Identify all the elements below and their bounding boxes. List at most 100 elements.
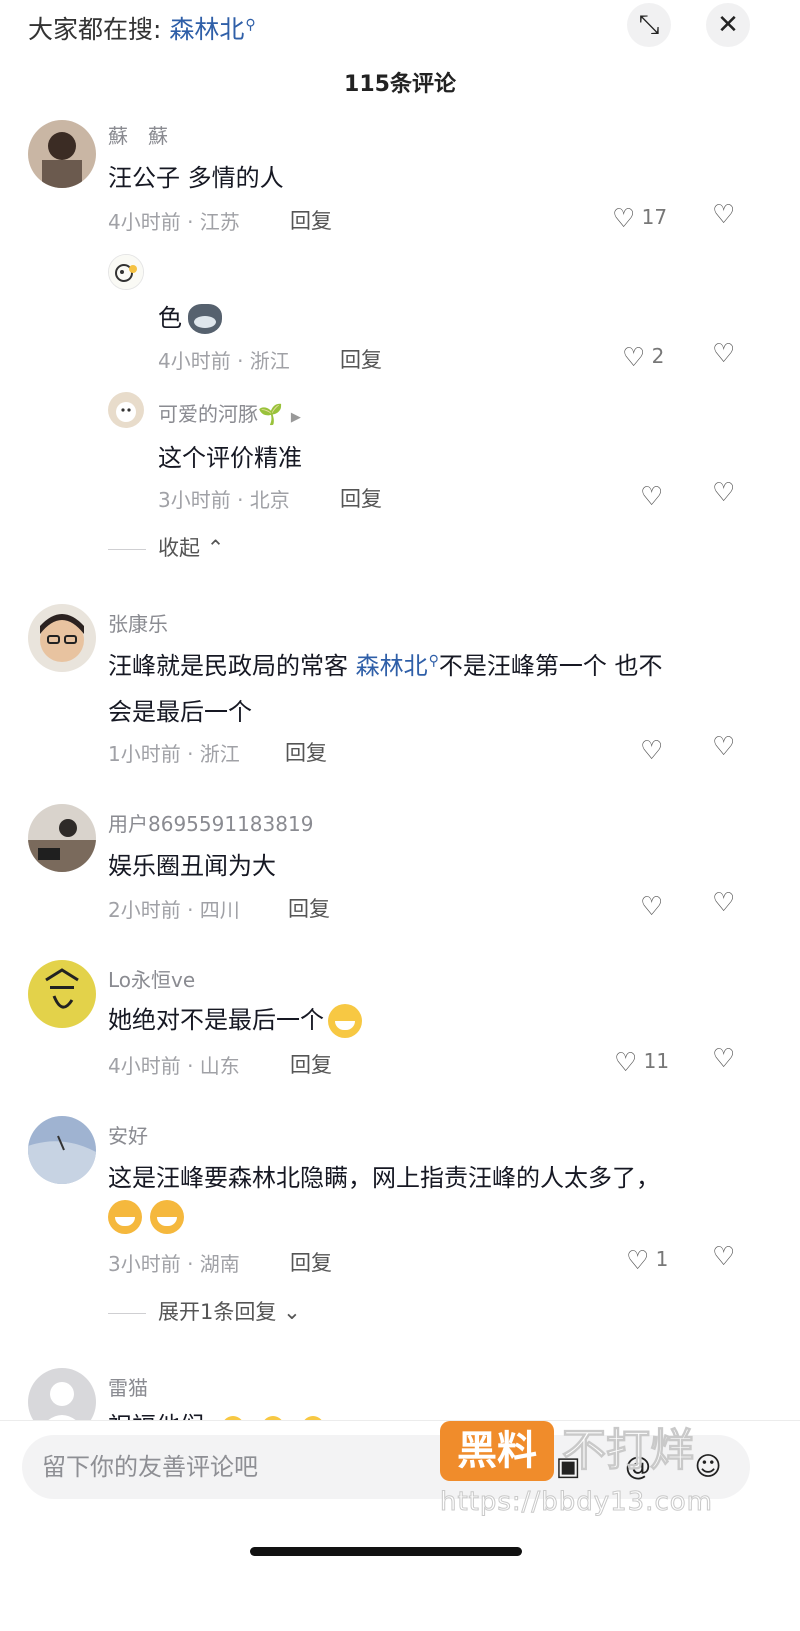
expand-replies-label: 展开1条回复 [158,1300,277,1324]
like-button[interactable]: ♡ 11 [614,1048,669,1078]
comment-username[interactable]: 蘇 蘇 [108,120,168,149]
comment-text-part: 不是汪峰第一个 也不 [438,652,663,680]
laugh-cry-emoji-icon [149,1200,184,1234]
comment-text: 她绝对不是最后一个 [108,1000,362,1038]
reply-button[interactable]: 回复 [288,893,330,923]
grin-emoji-icon [328,1004,362,1038]
watermark: 黑料 不打烊 https://bbdy13.com [440,1421,770,1531]
comment-item: 雷猫 祝福他们 [0,1364,800,1420]
avatar[interactable] [28,1368,96,1420]
search-icon: ⚲ [245,16,256,33]
comment-text-line2: 会是最后一个 [108,698,252,726]
watermark-badge: 黑料 [440,1421,554,1481]
comment-item: 用户8695591183819 娱乐圈丑闻为大 2小时前 · 四川 回复 ♡ ♡ [0,800,800,940]
chevron-up-icon: ⌃ [206,536,225,560]
sprout-icon: 🌱 [258,402,283,426]
comment-meta: 2小时前 · 四川 [108,898,240,922]
dislike-button[interactable]: ♡ [712,1242,735,1272]
heart-icon: ♡ [622,343,646,373]
search-icon: ⚲ [428,653,439,669]
reply-button[interactable]: 回复 [340,344,382,374]
avatar[interactable] [28,604,96,672]
comment-text-part: 汪峰就是民政局的常客 [108,652,356,680]
top-bar: 大家都在搜: 森林北⚲ ⤡ ✕ [0,0,800,56]
heart-icon: ♡ [640,892,664,922]
comment-username[interactable]: 雷猫 [108,1372,148,1401]
like-count: 2 [651,344,665,368]
avatar[interactable] [28,120,96,188]
heart-icon: ♡ [626,1246,650,1276]
heart-icon: ♡ [640,736,664,766]
dislike-button[interactable]: ♡ [712,339,735,369]
reply-button[interactable]: 回复 [340,483,382,513]
home-indicator[interactable] [250,1547,522,1556]
comment-item: 安好 这是汪峰要森林北隐瞒，网上指责汪峰的人太多了， 3小时前 · 湖南 回复 … [0,1112,800,1342]
reply-button[interactable]: 回复 [290,1247,332,1277]
broken-heart-icon: ♡ [712,200,736,230]
like-count: 1 [655,1247,669,1271]
collapse-replies-button[interactable]: 收起 ⌃ [108,532,224,562]
reply-button[interactable]: 回复 [290,1049,332,1079]
cat-emoji-icon [188,304,222,334]
comment-meta: 4小时前 · 山东 [108,1054,240,1078]
comment-item: 蘇 蘇 汪公子 多情的人 4小时前 · 江苏 回复 ♡ 17 ♡ 色 4小时前 … [0,112,800,572]
like-count: 11 [643,1049,670,1073]
reply-username[interactable]: 可爱的河豚🌱 ▶ [158,398,301,427]
dislike-button[interactable]: ♡ [712,888,735,918]
close-button[interactable]: ✕ [706,3,750,47]
search-suggestion[interactable]: 大家都在搜: 森林北⚲ [28,10,256,46]
like-button[interactable]: ♡ 1 [626,1246,668,1276]
comment-text: 这是汪峰要森林北隐瞒，网上指责汪峰的人太多了， [108,1164,660,1192]
reply-username-text: 可爱的河豚 [158,402,258,426]
like-button[interactable]: ♡ [640,736,663,766]
expand-replies-button[interactable]: 展开1条回复 ⌄ [108,1296,301,1326]
heart-icon: ♡ [614,1048,638,1078]
like-button[interactable]: ♡ 2 [622,343,664,373]
reply-button[interactable]: 回复 [290,205,332,235]
dislike-button[interactable]: ♡ [712,1044,735,1074]
heart-icon: ♡ [612,204,636,234]
close-icon: ✕ [717,10,739,40]
comment-count: 115条评论 [344,72,456,97]
comment-item: 张康乐 汪峰就是民政局的常客 森林北⚲不是汪峰第一个 也不 会是最后一个 1小时… [0,600,800,780]
comment-input[interactable] [42,1447,442,1487]
dislike-button[interactable]: ♡ [712,478,735,508]
broken-heart-icon: ♡ [712,339,736,369]
comment-text-content: 她绝对不是最后一个 [108,1006,324,1034]
comment-username[interactable]: 安好 [108,1120,148,1149]
comment-meta: 3小时前 · 湖南 [108,1252,240,1276]
collapse-icon: ⤡ [638,10,660,40]
divider [108,548,146,550]
like-button[interactable]: ♡ 17 [612,204,667,234]
watermark-url: https://bbdy13.com [440,1487,713,1518]
like-count: 17 [641,205,668,229]
broken-heart-icon: ♡ [712,1044,736,1074]
collapse-button[interactable]: ⤡ [627,3,671,47]
comment-text: 娱乐圈丑闻为大 [108,852,276,880]
avatar[interactable] [108,392,144,428]
search-suggestion-term[interactable]: 森林北 [169,15,244,44]
comment-search-link[interactable]: 森林北 [356,652,428,680]
comment-username[interactable]: Lo永恒ve [108,964,195,993]
like-button[interactable]: ♡ [640,892,663,922]
divider [108,1312,146,1314]
comment-meta: 4小时前 · 江苏 [108,210,240,234]
comment-username[interactable]: 用户8695591183819 [108,808,313,837]
reply-text-content: 色 [158,304,182,332]
avatar[interactable] [28,960,96,1028]
dislike-button[interactable]: ♡ [712,732,735,762]
comment-item: Lo永恒ve 她绝对不是最后一个 4小时前 · 山东 回复 ♡ 11 ♡ [0,956,800,1096]
like-button[interactable]: ♡ [640,482,663,512]
comment-username[interactable]: 张康乐 [108,608,168,637]
avatar[interactable] [108,254,144,290]
avatar[interactable] [28,1116,96,1184]
laugh-cry-emoji-icon [108,1200,142,1234]
heart-icon: ♡ [640,482,664,512]
dislike-button[interactable]: ♡ [712,200,735,230]
search-suggestion-prefix: 大家都在搜: [28,15,162,44]
watermark-text: 不打烊 [562,1425,695,1477]
reply-button[interactable]: 回复 [285,737,327,767]
avatar[interactable] [28,804,96,872]
comment-meta: 1小时前 · 浙江 [108,742,240,766]
comment-composer-bar: ▣ @ ☺ 黑料 不打烊 https://bbdy13.com [0,1420,800,1631]
